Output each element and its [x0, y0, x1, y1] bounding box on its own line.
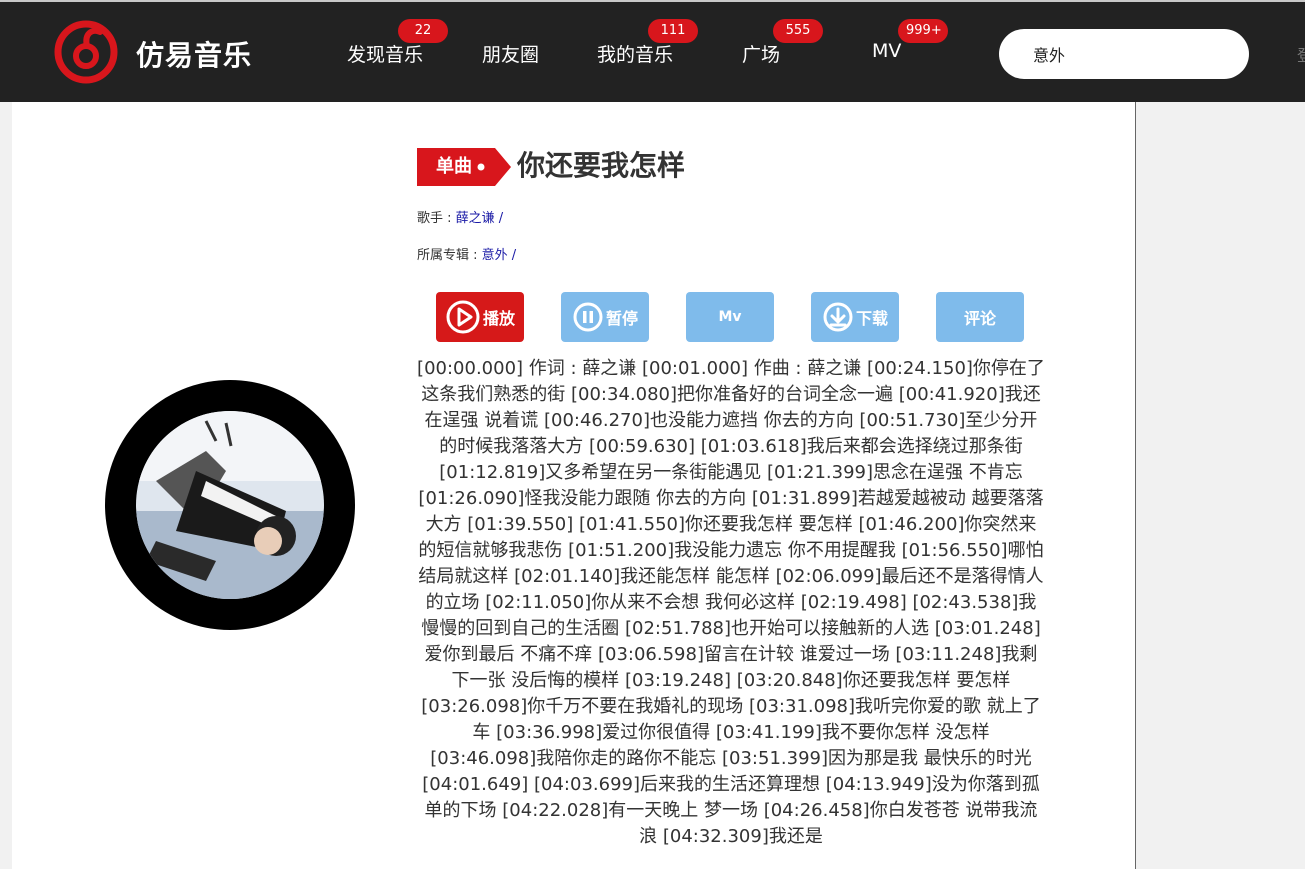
lyrics-text: [00:00.000] 作词 : 薛之谦 [00:01.000] 作曲 : 薛之… — [417, 358, 1045, 847]
singer-label: 歌手 : — [417, 211, 456, 226]
top-navigation-bar: 仿易音乐 发现音乐 22 朋友圈 我的音乐 111 广场 555 MV 999+… — [0, 0, 1305, 102]
nav-square-badge: 555 — [773, 19, 823, 43]
mv-button[interactable]: Mv — [686, 292, 774, 342]
pause-label: 暂停 — [605, 309, 638, 328]
song-title: 你还要我怎样 — [517, 149, 686, 182]
single-tag-label: 单曲 — [436, 156, 472, 177]
logo-icon[interactable] — [54, 20, 118, 84]
comment-button[interactable]: 评论 — [936, 292, 1024, 342]
album-label: 所属专辑 : — [417, 248, 482, 263]
play-label: 播放 — [482, 309, 515, 328]
download-label: 下载 — [855, 309, 888, 328]
mv-label: Mv — [718, 309, 742, 325]
nav-my-music-badge: 111 — [648, 19, 698, 43]
nav-mv-badge: 999+ — [898, 19, 948, 43]
download-icon — [823, 302, 853, 332]
singer-row: 歌手 : 薛之谦 / — [417, 207, 503, 226]
album-cover-image — [136, 411, 324, 599]
comment-label: 评论 — [963, 309, 996, 328]
nav-discover-music[interactable]: 发现音乐 — [347, 40, 423, 67]
nav-friends[interactable]: 朋友圈 — [482, 40, 539, 67]
play-icon — [446, 300, 480, 334]
download-button[interactable]: 下载 — [811, 292, 899, 342]
nav-my-music[interactable]: 我的音乐 — [597, 40, 673, 67]
singer-link[interactable]: 薛之谦 / — [456, 211, 504, 226]
clipped-edge-glyph: 登 — [1297, 42, 1305, 66]
nav-square[interactable]: 广场 — [742, 40, 780, 67]
nav-discover-badge: 22 — [398, 19, 448, 43]
album-link[interactable]: 意外 / — [482, 248, 517, 263]
nav-mv[interactable]: MV — [872, 40, 901, 62]
search-input[interactable] — [999, 29, 1249, 79]
brand-name[interactable]: 仿易音乐 — [136, 34, 252, 74]
album-row: 所属专辑 : 意外 / — [417, 244, 516, 263]
play-button[interactable]: 播放 — [436, 292, 524, 342]
pause-icon — [573, 302, 603, 332]
album-cover-disc — [105, 380, 355, 630]
pause-button[interactable]: 暂停 — [561, 292, 649, 342]
